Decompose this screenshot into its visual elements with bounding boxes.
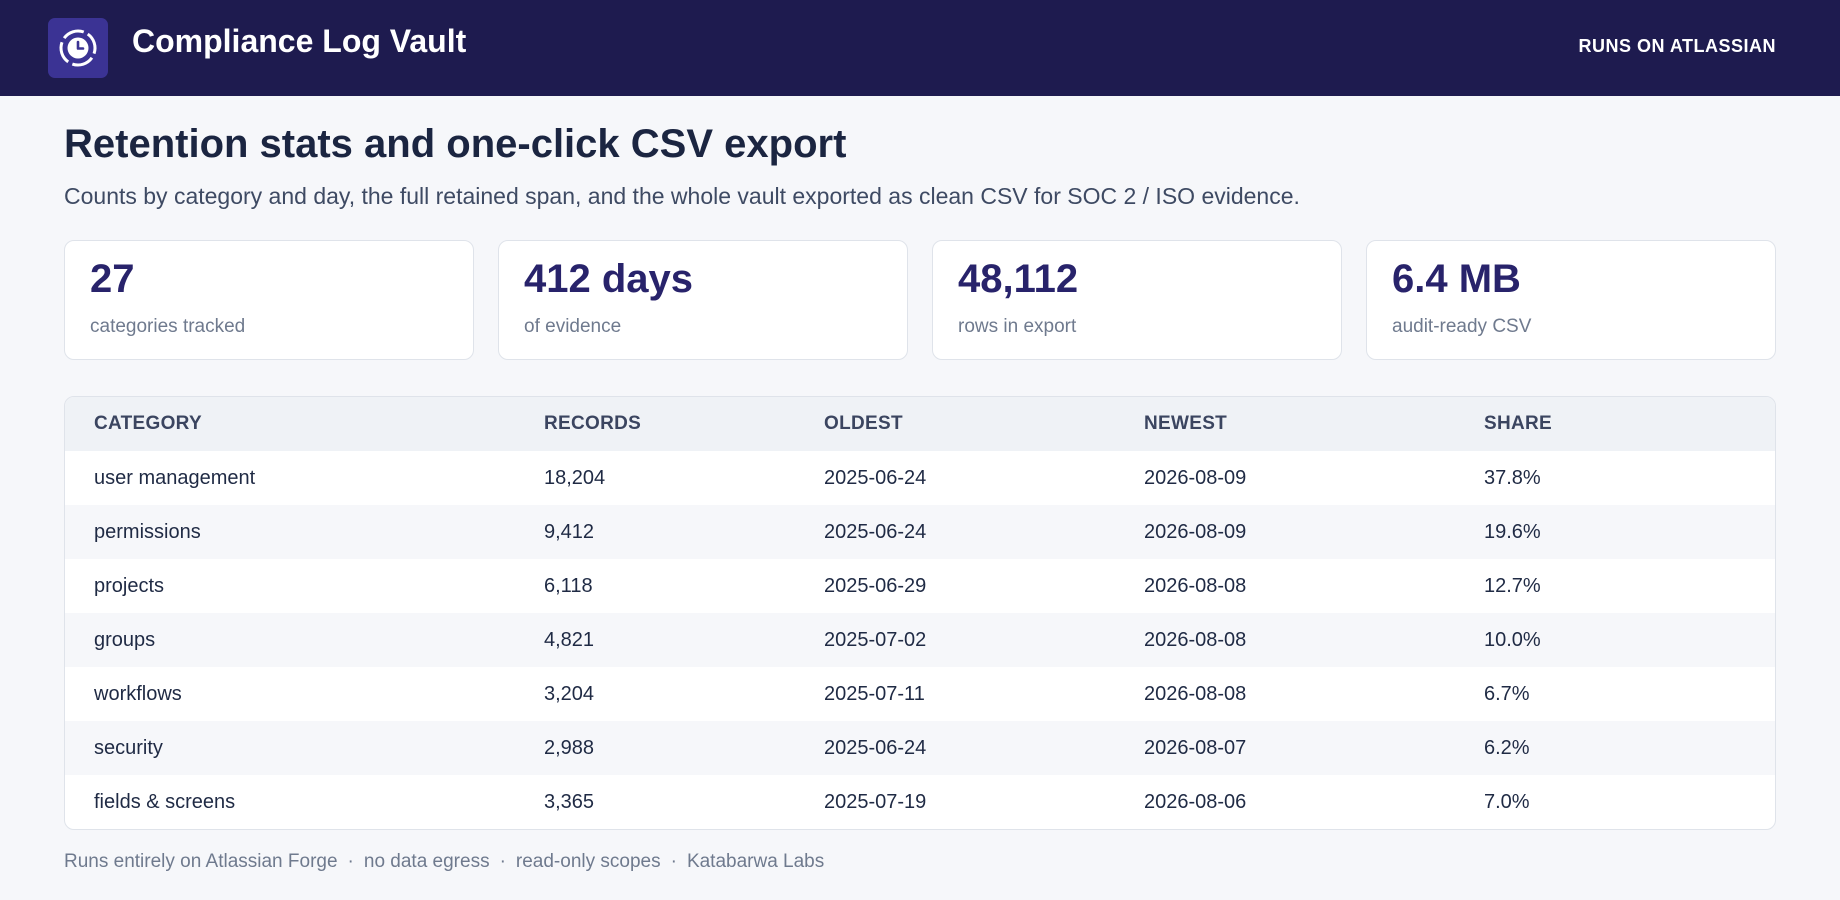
cell-newest: 2026-08-09 <box>1144 467 1247 489</box>
table-row: user management 18,204 2025-06-24 2026-0… <box>65 451 1775 505</box>
stat-value: 48,112 <box>958 257 1079 301</box>
column-header-records: RECORDS <box>544 413 642 434</box>
cell-oldest: 2025-06-24 <box>824 521 927 543</box>
cell-oldest: 2025-07-11 <box>824 683 925 705</box>
column-header-category: CATEGORY <box>94 413 202 434</box>
cell-category: workflows <box>94 683 182 705</box>
footer-item-scopes: read-only scopes <box>515 851 661 872</box>
clock-vault-icon <box>59 29 97 67</box>
footer-item-vendor: Katabarwa Labs <box>686 851 825 872</box>
cell-newest: 2026-08-07 <box>1144 737 1247 759</box>
cell-share: 6.7% <box>1484 683 1530 705</box>
footer-item-egress: no data egress <box>363 851 490 872</box>
stat-label: of evidence <box>524 316 622 337</box>
cell-share: 19.6% <box>1484 521 1541 543</box>
page-title: Retention stats and one-click CSV export <box>64 122 847 166</box>
stat-value: 6.4 MB <box>1392 257 1521 301</box>
page-subtitle: Counts by category and day, the full ret… <box>64 183 1300 209</box>
stat-card-csv-size: 6.4 MB audit-ready CSV <box>1366 240 1776 360</box>
table-row: groups 4,821 2025-07-02 2026-08-08 10.0% <box>65 613 1775 667</box>
cell-newest: 2026-08-06 <box>1144 791 1247 813</box>
table-header-row: CATEGORY RECORDS OLDEST NEWEST SHARE <box>65 397 1775 451</box>
cell-records: 2,988 <box>544 737 595 759</box>
app-title: Compliance Log Vault <box>132 23 467 59</box>
runs-on-badge: RUNS ON ATLASSIAN <box>1578 36 1776 56</box>
stat-label: audit-ready CSV <box>1392 316 1532 337</box>
cell-records: 18,204 <box>544 467 606 489</box>
cell-share: 12.7% <box>1484 575 1541 597</box>
table-row: security 2,988 2025-06-24 2026-08-07 6.2… <box>65 721 1775 775</box>
cell-category: user management <box>94 467 256 489</box>
cell-oldest: 2025-06-24 <box>824 737 927 759</box>
cell-category: groups <box>94 629 156 651</box>
cell-category: fields & screens <box>94 791 236 813</box>
cell-records: 3,365 <box>544 791 595 813</box>
stat-card-rows: 48,112 rows in export <box>932 240 1342 360</box>
footer-separator: · <box>499 851 506 872</box>
cell-share: 7.0% <box>1484 791 1530 813</box>
stat-label: categories tracked <box>90 316 246 337</box>
cell-newest: 2026-08-09 <box>1144 521 1247 543</box>
cell-share: 6.2% <box>1484 737 1530 759</box>
footer-separator: · <box>347 851 354 872</box>
retention-table: CATEGORY RECORDS OLDEST NEWEST SHARE use… <box>64 396 1776 830</box>
table-row: permissions 9,412 2025-06-24 2026-08-09 … <box>65 505 1775 559</box>
column-header-newest: NEWEST <box>1144 413 1228 434</box>
cell-newest: 2026-08-08 <box>1144 683 1247 705</box>
column-header-oldest: OLDEST <box>824 413 903 434</box>
cell-newest: 2026-08-08 <box>1144 575 1247 597</box>
cell-newest: 2026-08-08 <box>1144 629 1247 651</box>
stat-label: rows in export <box>958 316 1077 337</box>
cell-oldest: 2025-07-02 <box>824 629 927 651</box>
top-bar: Compliance Log Vault RUNS ON ATLASSIAN <box>0 0 1840 96</box>
cell-share: 37.8% <box>1484 467 1541 489</box>
cell-records: 3,204 <box>544 683 595 705</box>
stat-value: 412 days <box>524 257 694 301</box>
table-row: workflows 3,204 2025-07-11 2026-08-08 6.… <box>65 667 1775 721</box>
column-header-share: SHARE <box>1484 413 1553 434</box>
app-logo <box>48 18 108 78</box>
cell-oldest: 2025-06-29 <box>824 575 927 597</box>
cell-category: permissions <box>94 521 201 543</box>
cell-category: security <box>94 737 163 759</box>
table-row: fields & screens 3,365 2025-07-19 2026-0… <box>65 775 1775 829</box>
footer-separator: · <box>670 851 677 872</box>
cell-records: 6,118 <box>544 575 593 597</box>
cell-share: 10.0% <box>1484 629 1541 651</box>
cell-oldest: 2025-06-24 <box>824 467 927 489</box>
table-row: projects 6,118 2025-06-29 2026-08-08 12.… <box>65 559 1775 613</box>
cell-records: 4,821 <box>544 629 595 651</box>
stat-card-evidence-span: 412 days of evidence <box>498 240 908 360</box>
cell-records: 9,412 <box>544 521 595 543</box>
footer-item-platform: Runs entirely on Atlassian Forge <box>64 851 338 872</box>
cell-oldest: 2025-07-19 <box>824 791 927 813</box>
footer-note: Runs entirely on Atlassian Forge · no data… <box>64 850 824 874</box>
stat-value: 27 <box>90 257 135 301</box>
cell-category: projects <box>94 575 165 597</box>
stat-card-categories: 27 categories tracked <box>64 240 474 360</box>
